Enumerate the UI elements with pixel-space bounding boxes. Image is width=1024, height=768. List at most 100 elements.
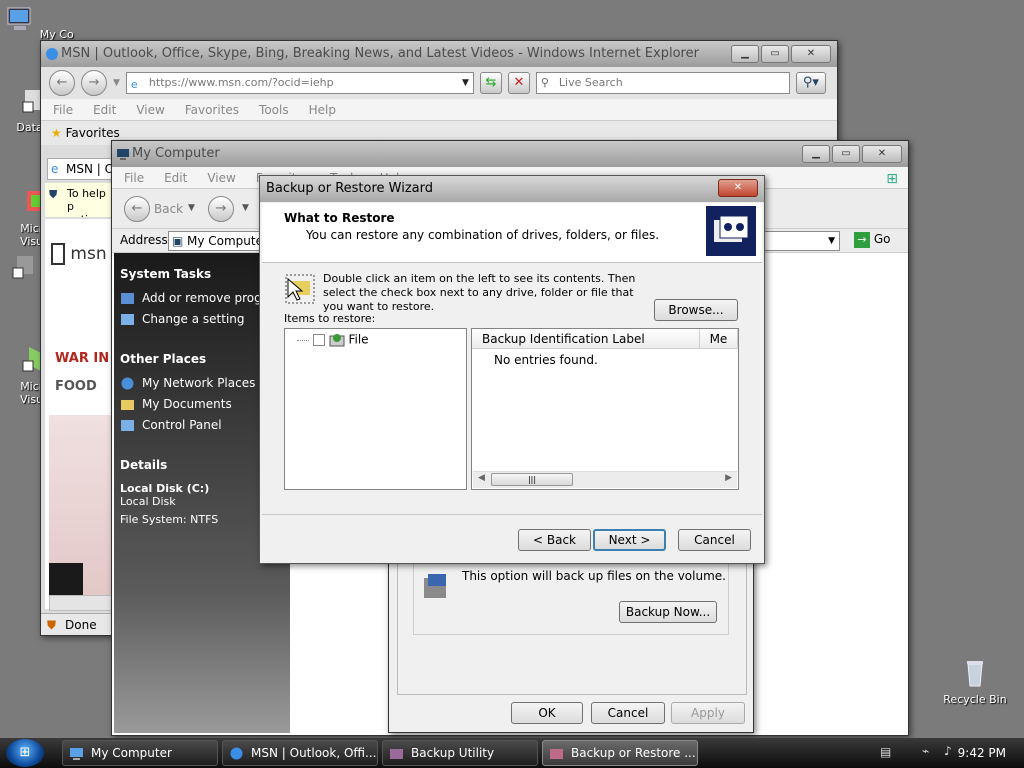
ie-favorites-button[interactable]: Favorites [66,126,120,140]
mc-forward-button[interactable]: → [208,196,234,222]
ie-address-field[interactable]: e https://www.msn.com/?ocid=iehp ▼ [125,72,474,94]
tree-expander[interactable] [297,339,309,341]
ie-status-text: Done [65,618,97,632]
mc-close-button[interactable]: ✕ [862,145,902,163]
food-headline[interactable]: FOOD [55,379,97,394]
ie-maximize-button[interactable]: ▭ [761,45,789,63]
cancel-button[interactable]: Cancel [591,702,665,724]
chevron-down-icon[interactable]: ▼ [188,203,195,213]
task-label: Backup or Restore ... [571,746,696,760]
mc-menu-view[interactable]: View [207,167,235,188]
task-label: My Computer [91,746,172,760]
ie-search-button[interactable]: ⚲▾ [795,72,826,94]
ie-tab[interactable]: e MSN | O [47,158,113,180]
scroll-right-arrow[interactable]: ▶ [725,473,732,483]
ie-close-button[interactable]: ✕ [791,45,831,63]
backup-option-text: This option will back up files on the vo… [462,569,726,583]
mc-menu-file[interactable]: File [124,167,144,188]
start-button[interactable]: ⊞ [6,739,44,767]
control-panel-icon [121,314,134,325]
ie-menu-help[interactable]: Help [309,99,336,120]
star-icon: ★ [51,126,62,140]
restore-tree[interactable]: File [284,328,467,490]
ie-menu-view[interactable]: View [136,99,164,120]
column-header-label[interactable]: Backup Identification Label [472,329,700,348]
ie-stop-button[interactable]: ✕ [507,72,530,94]
go-arrow-icon: → [854,232,870,248]
wizard-cancel-button[interactable]: Cancel [678,529,751,551]
shortcut-icon [12,256,34,279]
wizard-instructions: Double click an item on the left to see … [323,272,636,313]
task-backup-utility[interactable]: Backup Utility [382,740,538,766]
chevron-down-icon[interactable]: ▼ [113,78,120,88]
volume-tray-icon[interactable]: ♪ [944,744,952,758]
backup-icon [390,749,403,759]
network-tray-icon[interactable]: ⌁ [922,744,929,758]
control-panel-icon [121,420,134,431]
ie-search-input[interactable]: ⚲ Live Search [535,72,790,94]
wizard-title: Backup or Restore Wizard [266,181,434,196]
browse-button[interactable]: Browse... [654,299,738,321]
desktop-icon-recycle-bin[interactable]: Recycle Bin [940,656,1010,706]
wizard-footer-divider [262,514,762,515]
ok-button[interactable]: OK [511,702,583,724]
task-my-computer[interactable]: My Computer [62,740,218,766]
mc-maximize-button[interactable]: ▭ [832,145,860,163]
tree-item-file-label: File [348,332,369,347]
column-header-media[interactable]: Me [700,329,738,348]
desktop-icon-my-computer[interactable]: My Co [4,4,74,41]
task-msn[interactable]: MSN | Outlook, Offi... [222,740,378,766]
ie-refresh-button[interactable]: ⇆ [479,72,502,94]
tree-item-file[interactable]: File [297,332,369,348]
ie-forward-button[interactable]: → [81,70,107,96]
mc-address-label: Address [120,233,168,247]
ie-content: msn WAR IN U FOOD [45,219,124,609]
wizard-close-button[interactable]: ✕ [718,179,758,197]
ie-menu-tools[interactable]: Tools [259,99,289,120]
mc-go-button[interactable]: → Go [854,232,890,248]
ie-menu-favorites[interactable]: Favorites [185,99,239,120]
backup-icon [550,749,563,759]
computer-icon [70,748,83,760]
msn-logo[interactable]: msn [51,243,107,265]
mc-back-button[interactable]: ← [124,196,150,222]
ie-minimize-button[interactable]: ▁ [731,45,759,63]
ie-hscrollbar[interactable] [49,595,113,611]
wizard-titlebar[interactable]: Backup or Restore Wizard ✕ [260,176,764,202]
ie-menu-edit[interactable]: Edit [93,99,116,120]
backup-list-header: Backup Identification Label Me [472,329,738,349]
backup-list-hscrollbar[interactable]: ◀ ||| ▶ [473,471,737,488]
mc-minimize-button[interactable]: ▁ [802,145,830,163]
wizard-subheading: You can restore any combination of drive… [306,228,660,242]
chevron-down-icon[interactable]: ▼ [462,73,469,93]
task-label: MSN | Outlook, Offi... [251,746,377,760]
change-setting-label: Change a setting [142,312,245,326]
taskbar: ⊞ My Computer MSN | Outlook, Offi... Bac… [0,738,1024,768]
ie-back-button[interactable]: ← [49,70,75,96]
backup-file-icon [329,334,345,347]
ie-dark-tile[interactable] [49,563,83,599]
clock[interactable]: 9:42 PM [958,738,1006,768]
ie-menu-file[interactable]: File [53,99,73,120]
chevron-down-icon[interactable]: ▼ [242,203,249,213]
ie-icon: e [51,162,59,176]
task-backup-wizard[interactable]: Backup or Restore ... [542,740,698,766]
apply-button[interactable]: Apply [671,702,745,724]
mc-menu-edit[interactable]: Edit [164,167,187,188]
scroll-left-arrow[interactable]: ◀ [478,473,485,483]
page-icon: e [130,78,138,91]
scroll-thumb[interactable]: ||| [491,473,573,486]
ie-search-placeholder: Live Search [558,76,623,89]
wizard-next-button[interactable]: Next > [593,529,666,551]
ie-infobar[interactable]: ⛊ To help p options. [45,183,115,217]
chevron-down-icon[interactable]: ▼ [828,232,835,250]
keyboard-icon[interactable]: ▤ [880,745,891,759]
mc-titlebar[interactable]: My Computer ▁ ▭ ✕ [112,141,908,167]
wizard-back-button[interactable]: < Back [518,529,591,551]
backup-now-button[interactable]: Backup Now... [619,601,717,623]
windows-logo-icon: ⊞ [886,171,898,187]
ie-url: https://www.msn.com/?ocid=iehp [148,76,334,89]
ie-titlebar[interactable]: MSN | Outlook, Office, Skype, Bing, Brea… [41,41,837,67]
tree-checkbox[interactable] [312,334,325,346]
backup-list[interactable]: Backup Identification Label Me No entrie… [471,328,739,490]
